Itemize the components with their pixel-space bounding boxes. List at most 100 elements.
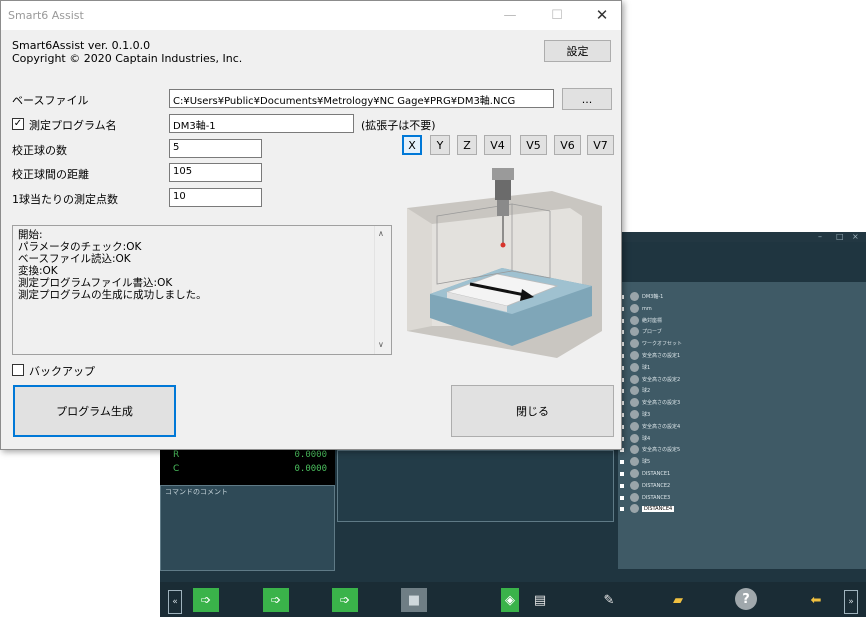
bottom-toolbar: « ➩ ➩ ➩ ■ ◈ ▤ ✎ ▰ ? ⬅ » <box>160 582 866 617</box>
dro-axis-label: R <box>173 450 180 460</box>
scroll-left-icon[interactable]: « <box>168 590 182 614</box>
tree-node-icon <box>630 433 639 443</box>
scroll-up-icon[interactable]: ∧ <box>378 229 384 238</box>
tree-node-icon <box>630 410 639 419</box>
tree-item-label: 安全高さの設定2 <box>642 376 681 383</box>
tree-node-icon <box>630 327 639 337</box>
tree-expander-icon[interactable] <box>620 483 624 488</box>
sphere-distance-input[interactable]: 105 <box>169 163 262 182</box>
tree-expander-icon[interactable] <box>620 472 624 476</box>
log-output[interactable]: 開始: パラメータのチェック:OK ベースファイル読込:OK 変換:OK 測定プ… <box>12 225 392 355</box>
tree-item[interactable]: 球2 <box>620 386 650 397</box>
axis-button-x[interactable]: X <box>402 135 422 155</box>
tree-item[interactable]: 安全高さの設定3 <box>620 398 680 409</box>
tree-item[interactable]: DISTANCE4 <box>620 504 675 515</box>
tree-item[interactable]: DM3軸-1 <box>620 292 664 303</box>
settings-button[interactable]: 設定 <box>544 40 611 62</box>
backup-checkbox[interactable] <box>12 364 24 376</box>
probe-body <box>495 180 511 200</box>
maximize-icon[interactable]: ☐ <box>545 5 569 25</box>
points-per-sphere-input[interactable]: 10 <box>169 188 262 207</box>
program-name-input[interactable]: DM3軸-1 <box>169 114 354 133</box>
tree-item[interactable]: mm <box>620 303 652 315</box>
log-line: 変換:OK <box>18 265 58 277</box>
version-text: Smart6Assist ver. 0.1.0.0 <box>12 39 151 52</box>
tree-item[interactable]: 球4 <box>620 433 650 445</box>
tree-item[interactable]: 球3 <box>620 410 650 421</box>
tree-item[interactable]: 絶対座標 <box>620 315 662 327</box>
tree-item[interactable]: プローブ <box>620 327 662 338</box>
tree-item[interactable]: 安全高さの設定1 <box>620 351 681 362</box>
close-button[interactable]: 閉じる <box>451 385 614 437</box>
tree-item[interactable]: ワークオフセット <box>620 339 683 350</box>
log-line: パラメータのチェック:OK <box>18 241 142 253</box>
tree-item[interactable]: DISTANCE3 <box>620 492 670 504</box>
tree-node-icon <box>630 292 639 301</box>
axis-button-v6[interactable]: V6 <box>554 135 581 155</box>
folder-icon[interactable]: ▰ <box>665 588 691 612</box>
close-icon[interactable]: × <box>852 232 859 241</box>
tree-expander-icon[interactable] <box>620 507 624 512</box>
sphere-distance-label: 校正球間の距離 <box>12 168 89 181</box>
run-icon[interactable]: ➩ <box>332 588 358 612</box>
tree-expander-icon[interactable] <box>620 495 624 500</box>
log-scrollbar[interactable]: ∧ ∨ <box>374 226 391 354</box>
tree-node-icon <box>630 362 639 372</box>
tree-node-icon <box>630 421 639 431</box>
minimize-icon[interactable]: – <box>818 232 822 241</box>
axis-button-v5[interactable]: V5 <box>520 135 547 155</box>
log-line: 測定プログラムファイル書込:OK <box>18 277 173 289</box>
tree-item-label: プローブ <box>642 329 662 336</box>
minimize-icon[interactable]: — <box>498 5 522 25</box>
printer-icon[interactable]: ▤ <box>527 588 553 612</box>
extension-note: (拡張子は不要) <box>361 119 436 132</box>
tree-item[interactable]: 安全高さの設定2 <box>620 374 681 386</box>
step-icon[interactable]: ◈ <box>501 588 519 612</box>
tree-node-icon <box>630 386 639 396</box>
dialog-title: Smart6 Assist <box>8 9 84 22</box>
tree-item-label: ワークオフセット <box>642 341 683 348</box>
browse-button[interactable]: ... <box>562 88 612 110</box>
maximize-icon[interactable]: □ <box>836 232 844 241</box>
base-file-input[interactable]: C:¥Users¥Public¥Documents¥Metrology¥NC G… <box>169 89 554 108</box>
generate-program-button[interactable]: プログラム生成 <box>13 385 176 437</box>
tree-item[interactable]: 安全高さの設定5 <box>620 445 680 456</box>
tree-item[interactable]: DISTANCE2 <box>620 480 670 492</box>
axis-button-z[interactable]: Z <box>457 135 477 155</box>
tree-item[interactable]: 安全高さの設定4 <box>620 421 680 433</box>
tree-item-label: 安全高さの設定1 <box>642 353 681 359</box>
tree-expander-icon[interactable] <box>620 460 624 465</box>
program-name-checkbox[interactable]: ✓ <box>12 118 24 130</box>
axis-button-v7[interactable]: V7 <box>587 135 614 155</box>
probe-body <box>497 200 509 216</box>
tree-node-icon <box>630 315 639 325</box>
sphere-count-label: 校正球の数 <box>12 144 67 157</box>
run-step-icon[interactable]: ➩ <box>263 588 289 612</box>
tree-node-icon <box>630 504 639 514</box>
command-comment-panel: コマンドのコメント <box>160 485 335 571</box>
machine-left-wall <box>407 208 432 331</box>
sphere-count-input[interactable]: 5 <box>169 139 262 158</box>
log-line: 開始: <box>18 229 43 241</box>
axis-button-y[interactable]: Y <box>430 135 450 155</box>
scroll-right-icon[interactable]: » <box>844 590 858 614</box>
help-icon[interactable]: ? <box>735 588 757 610</box>
tree-node-icon <box>630 303 639 313</box>
stop-icon[interactable]: ■ <box>401 588 427 612</box>
scroll-down-icon[interactable]: ∨ <box>378 340 384 349</box>
close-icon[interactable]: ✕ <box>590 5 614 25</box>
back-arrow-icon[interactable]: ⬅ <box>803 588 829 612</box>
tree-item[interactable]: 球1 <box>620 362 650 374</box>
tree-node-icon <box>630 351 639 360</box>
dro-axis-label: C <box>173 464 180 474</box>
smart6-assist-dialog: Smart6 Assist — ☐ ✕ Smart6Assist ver. 0.… <box>0 0 622 450</box>
tree-item-label: mm <box>642 305 652 312</box>
tree-item-label: DM3軸-1 <box>642 294 664 300</box>
run-from-start-icon[interactable]: ➩ <box>193 588 219 612</box>
axis-button-v4[interactable]: V4 <box>484 135 511 155</box>
log-line: ベースファイル読込:OK <box>18 253 131 265</box>
points-per-sphere-label: 1球当たりの測定点数 <box>12 193 118 206</box>
tree-item[interactable]: DISTANCE1 <box>620 469 670 480</box>
edit-icon[interactable]: ✎ <box>596 588 622 612</box>
tree-item[interactable]: 球5 <box>620 457 650 468</box>
